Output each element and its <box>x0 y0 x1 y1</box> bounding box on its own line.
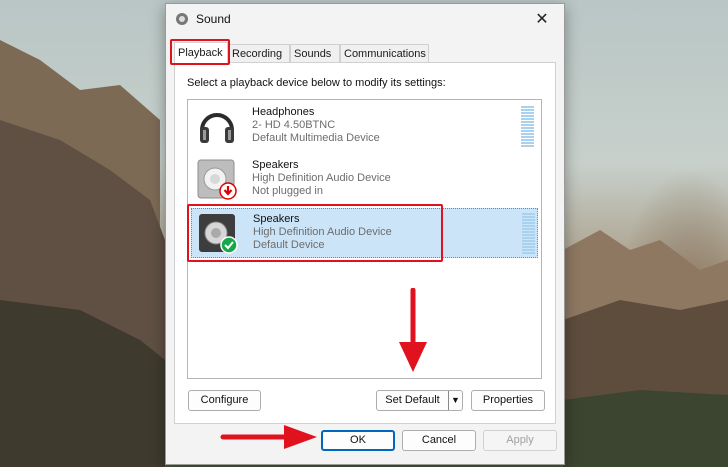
volume-level-meter <box>522 213 535 255</box>
cancel-button[interactable]: Cancel <box>402 430 476 451</box>
device-highlight <box>187 204 443 262</box>
list-item-headphones[interactable]: Headphones 2- HD 4.50BTNC Default Multim… <box>191 102 538 152</box>
device-description: High Definition Audio Device <box>252 172 391 184</box>
headphones-icon <box>200 113 234 143</box>
apply-button[interactable]: Apply <box>483 430 557 451</box>
set-default-button[interactable]: Set Default ▼ <box>376 390 463 411</box>
title-bar[interactable]: Sound ✕ <box>166 4 564 36</box>
tab-communications[interactable]: Communications <box>340 44 429 62</box>
device-description: 2- HD 4.50BTNC <box>252 119 336 131</box>
unplugged-arrow-icon <box>219 182 237 200</box>
tab-sounds[interactable]: Sounds <box>290 44 340 62</box>
instruction-text: Select a playback device below to modify… <box>187 77 446 89</box>
volume-level-meter <box>521 106 534 148</box>
device-name: Headphones <box>252 106 315 118</box>
ok-button[interactable]: OK <box>321 430 395 451</box>
speaker-icon <box>197 159 237 200</box>
set-default-label: Set Default <box>385 394 440 406</box>
device-status: Not plugged in <box>252 185 323 197</box>
properties-button[interactable]: Properties <box>471 390 545 411</box>
list-item-speakers-unplugged[interactable]: Speakers High Definition Audio Device No… <box>191 155 538 205</box>
right-arrow-annotation-icon <box>220 425 317 449</box>
tab-recording[interactable]: Recording <box>228 44 290 62</box>
dialog-title: Sound <box>196 12 231 26</box>
dropdown-arrow-icon[interactable]: ▼ <box>448 391 462 410</box>
device-status: Default Multimedia Device <box>252 132 380 144</box>
close-button[interactable]: ✕ <box>520 4 564 34</box>
close-icon: ✕ <box>535 11 549 28</box>
device-name: Speakers <box>252 159 299 171</box>
configure-button[interactable]: Configure <box>188 390 261 411</box>
down-arrow-annotation-icon <box>399 288 427 372</box>
speaker-app-icon <box>176 13 188 25</box>
tab-playback[interactable]: Playback <box>174 42 228 63</box>
